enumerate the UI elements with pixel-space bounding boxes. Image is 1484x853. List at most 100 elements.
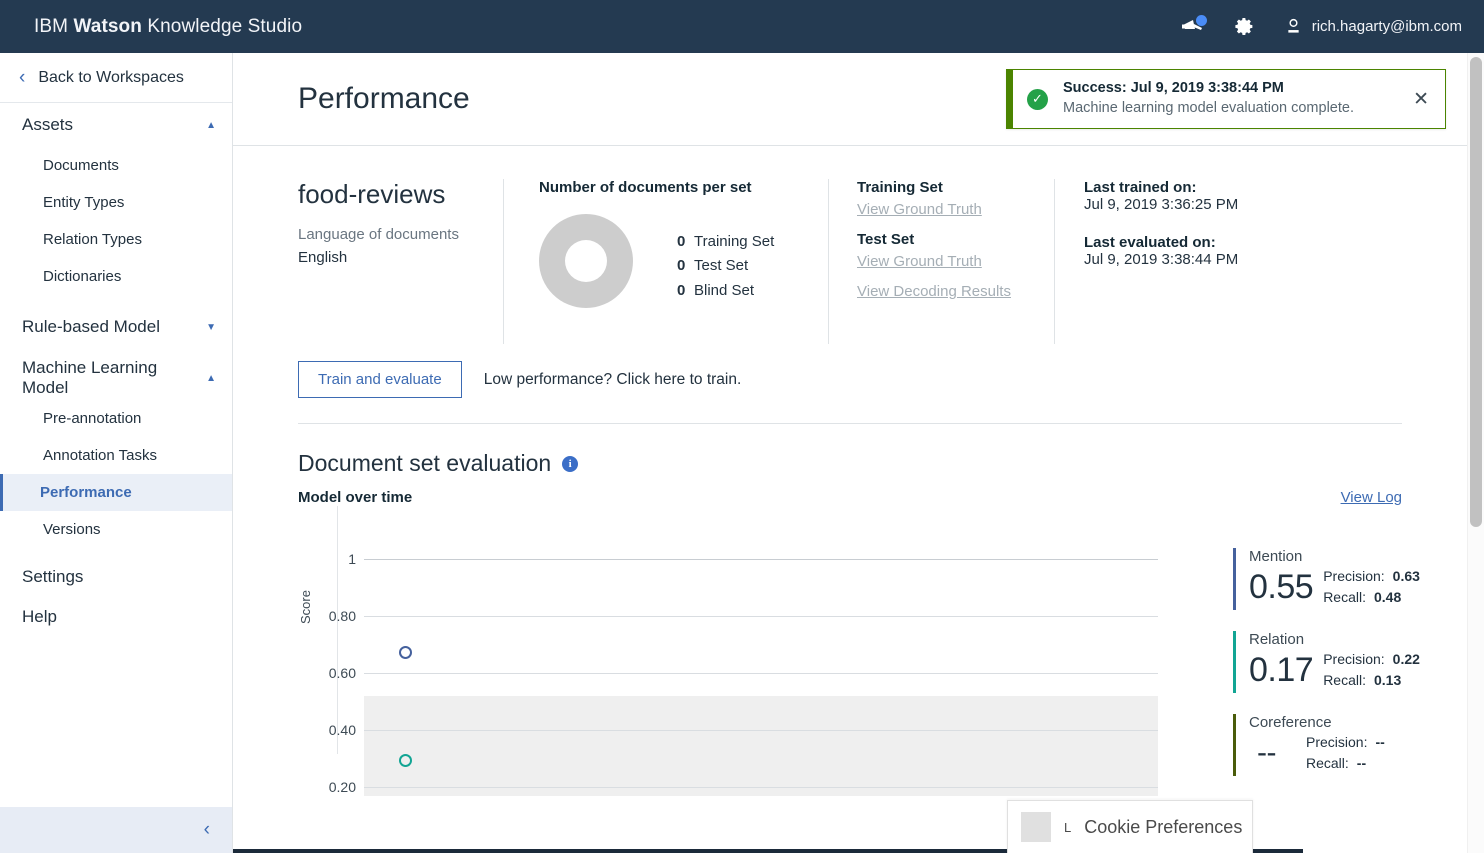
set-counts-list: 0 Training Set 0 Test Set 0 Blind Set — [677, 214, 774, 303]
megaphone-icon[interactable] — [1180, 14, 1207, 40]
view-log-link[interactable]: View Log — [1341, 489, 1402, 506]
section-divider — [298, 423, 1402, 424]
back-to-workspaces-label: Back to Workspaces — [38, 68, 184, 86]
train-and-evaluate-button[interactable]: Train and evaluate — [298, 361, 462, 398]
chart-y-tick: 0.40 — [328, 722, 356, 738]
ground-truth-links: Training Set View Ground Truth Test Set … — [828, 179, 1054, 344]
user-avatar-icon — [1288, 18, 1299, 33]
test-view-ground-truth-link[interactable]: View Ground Truth — [857, 253, 1020, 270]
gear-icon[interactable] — [1232, 14, 1258, 40]
close-icon[interactable]: ✕ — [1409, 88, 1433, 111]
metric-body: 0.17 Precision: 0.22 Recall: 0.13 — [1249, 649, 1458, 691]
metric-recall-row: Recall: 0.13 — [1323, 670, 1420, 691]
recall-label: Recall: — [1323, 672, 1366, 688]
user-menu[interactable]: rich.hagarty@ibm.com — [1284, 17, 1462, 36]
training-meta: Last trained on: Jul 9, 2019 3:36:25 PM … — [1054, 179, 1272, 344]
horizontal-scrollbar[interactable] — [233, 849, 1467, 853]
notification-badge — [1195, 14, 1207, 26]
recall-label: Recall: — [1305, 755, 1349, 771]
app-brand: IBM Watson Knowledge Studio — [34, 16, 302, 38]
test-set-label: Test Set — [857, 231, 915, 248]
evaluation-section-title: Document set evaluation — [298, 450, 552, 476]
cookie-l-mark: L — [1064, 819, 1072, 835]
sidebar-section-label: Machine Learning Model — [22, 358, 158, 397]
sidebar-item-performance[interactable]: Performance — [0, 474, 232, 511]
set-name: Test Set — [694, 257, 749, 275]
chevron-left-icon: ‹ — [19, 67, 26, 88]
cookie-preferences-link[interactable]: Cookie Preferences — [1084, 817, 1242, 838]
sidebar-section-rule-based-model[interactable]: Rule-based Model ▼ — [0, 305, 232, 349]
language-value: English — [298, 249, 348, 266]
cookie-preferences-widget[interactable]: L Cookie Preferences — [1007, 800, 1253, 853]
sidebar: ‹ Back to Workspaces Assets ▲ Documents … — [0, 53, 233, 853]
workspace-info: food-reviews Language of documents Engli… — [298, 179, 503, 344]
chart-gridline — [364, 559, 1158, 560]
metric-precision-row: Precision: 0.22 — [1323, 649, 1420, 670]
sidebar-section-label: Assets — [22, 115, 74, 135]
sidebar-item-entity-types[interactable]: Entity Types — [0, 184, 232, 221]
sidebar-section-label: Rule-based Model — [22, 317, 160, 337]
metric-name: Mention — [1249, 548, 1303, 565]
success-check-icon: ✓ — [1027, 88, 1048, 110]
workspace-name: food-reviews — [298, 179, 446, 209]
precision-value: 0.22 — [1392, 651, 1420, 667]
chevron-up-icon: ▲ — [206, 372, 216, 384]
chart-y-tick: 0.80 — [328, 608, 356, 624]
sidebar-section-assets[interactable]: Assets ▲ — [0, 103, 232, 147]
chart-gridline — [364, 730, 1158, 731]
chart-gridline — [364, 673, 1158, 674]
last-evaluated-label: Last evaluated on: — [1084, 234, 1216, 251]
last-evaluated-value: Jul 9, 2019 3:38:44 PM — [1084, 251, 1239, 268]
sidebar-item-relation-types[interactable]: Relation Types — [0, 221, 232, 258]
user-email: rich.hagarty@ibm.com — [1311, 18, 1462, 35]
sidebar-item-annotation-tasks[interactable]: Annotation Tasks — [0, 437, 232, 474]
list-item: 0 Test Set — [677, 254, 774, 278]
chart-y-tick: 0.60 — [328, 665, 356, 681]
chevron-down-icon: ▼ — [206, 321, 216, 333]
chevron-left-icon: ‹ — [203, 819, 210, 840]
metric-recall-row: Recall: 0.48 — [1323, 587, 1420, 608]
metric-precision-recall: Precision: 0.63 Recall: 0.48 — [1323, 566, 1420, 608]
documents-per-set: Number of documents per set 0 Training Se… — [503, 179, 828, 344]
sidebar-item-settings[interactable]: Settings — [0, 557, 232, 597]
sidebar-item-documents[interactable]: Documents — [0, 147, 232, 184]
summary-strip: food-reviews Language of documents Engli… — [298, 179, 1467, 344]
metric-score: 0.55 — [1249, 568, 1314, 606]
last-trained-label: Last trained on: — [1084, 179, 1197, 196]
chart-y-tick: 1 — [348, 551, 356, 567]
chart-point-mention[interactable] — [399, 646, 412, 659]
app-header: IBM Watson Knowledge Studio rich.hagarty… — [0, 0, 1484, 53]
metric-card-coreference: Coreference -- Precision: -- Recall: -- — [1233, 714, 1458, 776]
train-hint-text: Low performance? Click here to train. — [483, 370, 742, 388]
precision-label: Precision: — [1323, 651, 1385, 667]
sidebar-item-versions[interactable]: Versions — [0, 511, 232, 548]
metric-precision-recall: Precision: 0.22 Recall: 0.13 — [1323, 649, 1420, 691]
metric-precision-row: Precision: 0.63 — [1323, 566, 1420, 587]
vertical-scrollbar-thumb[interactable] — [1470, 57, 1482, 527]
sidebar-item-help[interactable]: Help — [0, 597, 232, 637]
sidebar-item-dictionaries[interactable]: Dictionaries — [0, 258, 232, 295]
metric-precision-recall: Precision: -- Recall: -- — [1306, 732, 1385, 774]
sidebar-collapse-button[interactable]: ‹ — [0, 807, 232, 853]
chart-y-axis — [337, 506, 338, 754]
header-actions: rich.hagarty@ibm.com — [1180, 14, 1484, 40]
training-set-label: Training Set — [857, 179, 943, 196]
vertical-scrollbar[interactable] — [1467, 53, 1484, 853]
view-decoding-results-link[interactable]: View Decoding Results — [857, 283, 1020, 300]
metric-score: 0.17 — [1249, 651, 1314, 689]
success-toast: ✓ Success: Jul 9, 2019 3:38:44 PM Machin… — [1006, 69, 1446, 129]
chart-point-relation[interactable] — [399, 754, 412, 767]
chart-header: Model over time View Log — [298, 489, 1402, 506]
metric-body: -- Precision: -- Recall: -- — [1249, 732, 1458, 774]
list-item: 0 Blind Set — [677, 279, 774, 303]
back-to-workspaces-button[interactable]: ‹ Back to Workspaces — [0, 53, 232, 103]
recall-value: 0.48 — [1373, 589, 1402, 605]
page-title: Performance — [298, 82, 470, 115]
recall-label: Recall: — [1323, 589, 1366, 605]
sidebar-item-pre-annotation[interactable]: Pre-annotation — [0, 400, 232, 437]
metric-card-mention: Mention 0.55 Precision: 0.63 Recall: 0.48 — [1233, 548, 1458, 610]
info-icon[interactable]: i — [562, 455, 579, 472]
gear-glyph — [1235, 18, 1253, 35]
training-view-ground-truth-link[interactable]: View Ground Truth — [857, 201, 1020, 218]
sidebar-section-machine-learning-model[interactable]: Machine Learning Model ▲ — [0, 356, 232, 400]
